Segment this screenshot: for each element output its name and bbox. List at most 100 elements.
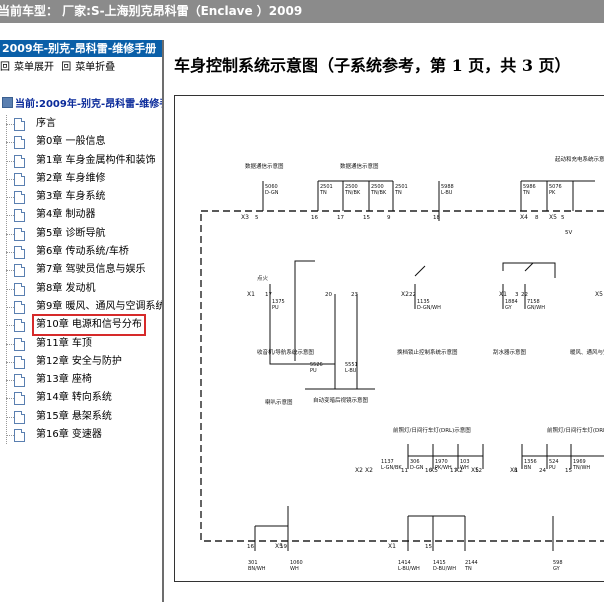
tree-item[interactable]: 第11章 车顶 (0, 335, 162, 353)
pin-number: 8 (514, 468, 518, 474)
connector-id: X1 (388, 543, 396, 550)
subsystem-reference: 数据通信示意图 (340, 162, 379, 170)
tree-root[interactable]: 当前:2009年-别克-昂科雷-维修手册 (0, 95, 162, 115)
wire-color: PU (310, 368, 317, 374)
connector-id: X2 (401, 291, 409, 298)
tree-branch-line (6, 270, 14, 272)
subsystem-reference: 喇叭示意图 (265, 398, 293, 406)
wire-color: GY (505, 305, 513, 311)
tree-item[interactable]: 第0章 一般信息 (0, 133, 162, 151)
tree-item[interactable]: 第2章 车身维修 (0, 170, 162, 188)
manual-header: 2009年-别克-昂科雷-维修手册 (0, 40, 162, 57)
document-icon (14, 246, 25, 260)
wire-color: D-GN (265, 190, 279, 196)
tree-branch-line (6, 288, 14, 290)
menu-controls: 回菜单展开 回菜单折叠 (0, 57, 162, 79)
pin-number: 5 (561, 215, 565, 221)
document-icon (14, 410, 25, 424)
subsystem-reference: 换档锁止控制系统示意图 (397, 348, 458, 356)
tree-branch-line (6, 325, 14, 327)
tree-item[interactable]: 第4章 制动器 (0, 206, 162, 224)
subsystem-reference: 点火 (257, 275, 269, 282)
menu-expand-button[interactable]: 菜单展开 (14, 62, 54, 73)
document-icon (14, 337, 25, 351)
document-icon (14, 172, 25, 186)
pin-number: 22 (409, 292, 416, 298)
tree-item[interactable]: 第6章 传动系统/车桥 (0, 243, 162, 261)
tree-item[interactable]: 第7章 驾驶员信息与娱乐 (0, 261, 162, 279)
subsystem-reference: 刮水器示意图 (493, 348, 527, 356)
document-icon (14, 392, 25, 406)
tree-item[interactable]: 第5章 诊断导航 (0, 225, 162, 243)
tree-item[interactable]: 第10章 电源和信号分布 (0, 314, 162, 337)
sidebar: 2009年-别克-昂科雷-维修手册 回菜单展开 回菜单折叠 当前:2009年-别… (0, 40, 164, 602)
tree-branch-line (6, 435, 14, 437)
document-icon (14, 209, 25, 223)
tree-branch-line (6, 178, 14, 180)
document-icon (14, 374, 25, 388)
pin-number: 16 (311, 215, 318, 221)
subsystem-reference: 收音机/导航系统示意图 (257, 348, 314, 356)
tree-branch-line (6, 252, 14, 254)
wire-color: GY (553, 566, 561, 572)
pin-number: 17 (337, 215, 344, 221)
tree-branch-line (6, 160, 14, 162)
wire-color: PK (549, 190, 556, 196)
tree-item[interactable]: 第13章 座椅 (0, 371, 162, 389)
connector-id: X5 (549, 214, 557, 221)
tree-item-label: 第10章 电源和信号分布 (32, 314, 146, 337)
document-icon (14, 118, 25, 131)
connector-id: X2 (365, 467, 373, 474)
tree-item-label: 第9章 暖风、通风与空调系统 (36, 300, 164, 312)
pin-number: 12 (475, 468, 482, 474)
wire-color: L-BU (441, 190, 453, 196)
tree-item[interactable]: 序言 (0, 115, 162, 133)
tree-item[interactable]: 第1章 车身金属构件和装饰 (0, 152, 162, 170)
tree-item-label: 第13章 座椅 (36, 374, 92, 386)
tree-branch-line (6, 306, 14, 308)
wire-color: D-GN/WH (417, 305, 441, 311)
tree-branch-line (6, 343, 14, 345)
document-icon (14, 264, 25, 278)
document-icon (14, 191, 25, 205)
menu-collapse-button[interactable]: 菜单折叠 (75, 62, 115, 73)
wire-color: WH (290, 566, 299, 572)
tree-item[interactable]: 第14章 转向系统 (0, 389, 162, 407)
pin-number: 16 (425, 468, 432, 474)
tree-item[interactable]: 第16章 变速器 (0, 426, 162, 444)
tree-item-label: 第4章 制动器 (36, 209, 96, 221)
tree-branch-line (6, 361, 14, 363)
tree-item[interactable]: 第12章 安全与防护 (0, 353, 162, 371)
tree-branch-line (6, 197, 14, 199)
tree-branch-line (6, 215, 14, 217)
tree-branch-line (6, 233, 14, 235)
document-icon (14, 154, 25, 168)
wire-color: PU (549, 465, 556, 471)
current-model-title: 当前车型： 厂家:S-上海别克昂科雷（Enclave ）2009 (0, 4, 303, 18)
menu-expand-icon[interactable]: 回 (0, 62, 10, 73)
subsystem-reference: 暖风、通风与空调系统 (570, 348, 604, 356)
pin-number: 9 (387, 215, 391, 221)
pin-number: 15 (565, 468, 572, 474)
tree-item-label: 序言 (36, 118, 56, 129)
tree-item[interactable]: 第8章 发动机 (0, 280, 162, 298)
tree-branch-line (6, 142, 14, 144)
tree-item[interactable]: 第9章 暖风、通风与空调系统 (0, 298, 162, 316)
title-bar: 当前车型： 厂家:S-上海别克昂科雷（Enclave ）2009 (0, 0, 604, 23)
tree-branch-line (6, 398, 14, 400)
menu-collapse-icon[interactable]: 回 (61, 62, 71, 73)
tree-item[interactable]: 第3章 车身系统 (0, 188, 162, 206)
tree-item[interactable]: 第15章 悬架系统 (0, 408, 162, 426)
wire-color: TN/WH (572, 465, 590, 471)
page-title: 车身控制系统示意图（子系统参考，第 1 页，共 3 页） (174, 56, 571, 75)
tree-item-label: 第7章 驾驶员信息与娱乐 (36, 264, 146, 276)
tree-item-label: 第3章 车身系统 (36, 191, 106, 203)
folder-icon (2, 97, 13, 108)
connector-id: X3 (241, 214, 249, 221)
document-icon (14, 355, 25, 369)
document-icon (14, 227, 25, 241)
subsystem-reference: 前照灯/日间行车灯(DRL)示意图 (393, 426, 471, 434)
wiring-diagram: 数据通信示意图 数据通信示意图 起动和充电系统示意图点火收音机/导航系统示意图 换档锁… (174, 95, 604, 582)
subsystem-reference: 数据通信示意图 (245, 162, 284, 170)
connector-id: X2 (355, 467, 363, 474)
